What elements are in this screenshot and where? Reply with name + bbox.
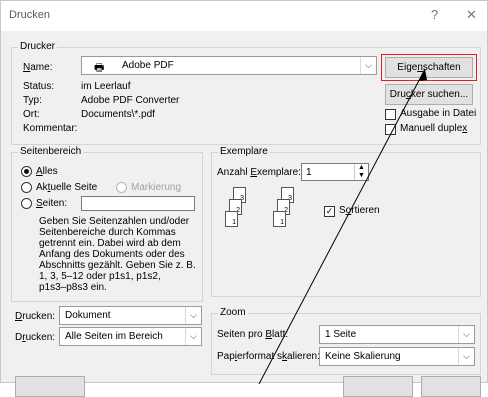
annotation-arrow: [258, 68, 427, 384]
print-dialog: Drucken ? ✕ Drucker Name: 🖶 Adobe PDF ⌵ …: [0, 0, 488, 397]
